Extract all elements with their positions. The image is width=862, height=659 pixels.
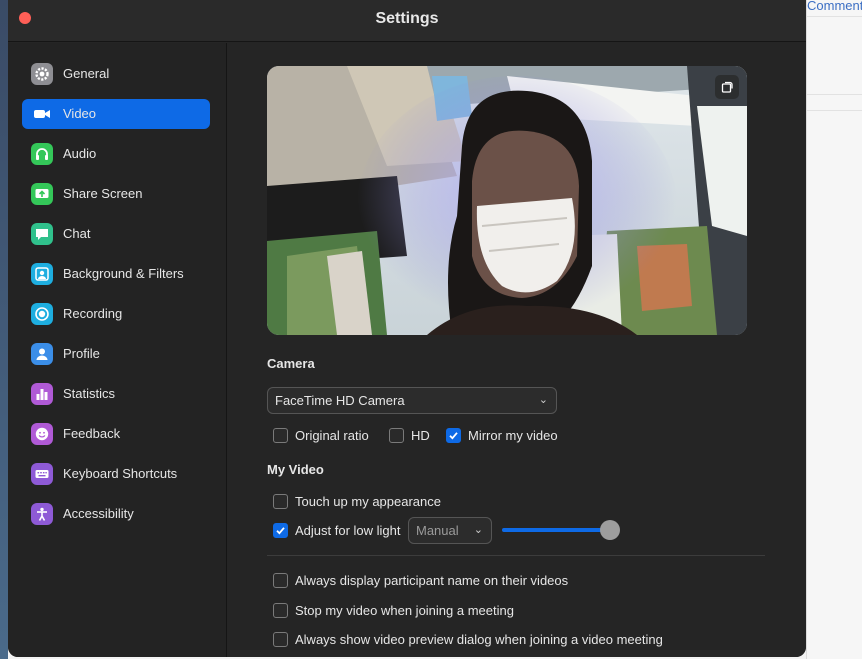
mirror-video-checkbox[interactable]: Mirror my video (446, 427, 576, 445)
checkbox-box[interactable] (273, 573, 288, 588)
checkbox-label: Stop my video when joining a meeting (295, 603, 514, 618)
camera-feed-image (267, 66, 747, 335)
sidebar-item-label: Video (63, 106, 97, 121)
display-participant-name-checkbox[interactable]: Always display participant name on their… (273, 572, 593, 590)
share-screen-icon (31, 183, 53, 205)
sidebar-item-label: Background & Filters (63, 266, 184, 281)
checkbox-label: Original ratio (295, 428, 369, 443)
checkbox-box[interactable] (273, 494, 288, 509)
checkbox-label: Mirror my video (468, 428, 558, 443)
hd-checkbox[interactable]: HD (389, 427, 439, 445)
title-bar: Settings (8, 0, 806, 42)
checkmark-icon (276, 527, 285, 535)
low-light-checkbox[interactable]: Adjust for low light (273, 522, 403, 540)
rotate-camera-button[interactable] (715, 75, 739, 99)
sidebar-item-label: Chat (63, 226, 91, 241)
sidebar-item-chat[interactable]: Chat (22, 219, 210, 249)
background-person-icon (31, 263, 53, 285)
keyboard-icon (31, 463, 53, 485)
settings-sidebar: General Video Audio Share Screen Chat Ba… (8, 43, 227, 657)
low-light-mode-select[interactable]: Manual ⌄ (408, 517, 492, 544)
checkbox-box[interactable] (389, 428, 404, 443)
window-title: Settings (375, 10, 439, 27)
checkbox-label: Always show video preview dialog when jo… (295, 632, 663, 647)
chat-bubble-icon (31, 223, 53, 245)
sidebar-item-keyboard-shortcuts[interactable]: Keyboard Shortcuts (22, 459, 210, 489)
sidebar-item-statistics[interactable]: Statistics (22, 379, 210, 409)
camera-section-label: Camera (267, 356, 315, 371)
checkbox-label: Adjust for low light (295, 523, 401, 538)
sidebar-item-share-screen[interactable]: Share Screen (22, 179, 210, 209)
sidebar-item-label: Audio (63, 146, 97, 161)
low-light-mode-value: Manual (416, 523, 459, 538)
sidebar-item-accessibility[interactable]: Accessibility (22, 499, 210, 529)
sidebar-item-label: Accessibility (63, 506, 134, 521)
divider (807, 110, 862, 111)
stop-video-on-join-checkbox[interactable]: Stop my video when joining a meeting (273, 602, 533, 620)
sidebar-item-label: Recording (63, 306, 123, 321)
divider (807, 16, 862, 17)
sidebar-item-label: Profile (63, 346, 100, 361)
sidebar-item-label: Statistics (63, 386, 116, 401)
video-camera-icon (31, 103, 53, 125)
sidebar-item-recording[interactable]: Recording (22, 299, 210, 329)
checkbox-box[interactable] (273, 603, 288, 618)
sidebar-item-label: Share Screen (63, 186, 143, 201)
gear-icon (31, 63, 53, 85)
chevron-down-icon: ⌄ (538, 394, 548, 406)
my-video-section-label: My Video (267, 462, 324, 477)
divider (807, 94, 862, 95)
bar-chart-icon (31, 383, 53, 405)
record-icon (31, 303, 53, 325)
low-light-slider-thumb[interactable] (600, 520, 620, 540)
video-settings-panel: Camera FaceTime HD Camera ⌄ Original rat… (228, 43, 806, 657)
checkbox-label: HD (411, 428, 430, 443)
checkbox-label: Always display participant name on their… (295, 573, 569, 588)
checkbox-box[interactable] (273, 428, 288, 443)
video-preview (267, 66, 747, 335)
settings-window: Settings General Video Audio Share Scree… (8, 0, 806, 657)
sidebar-item-general[interactable]: General (22, 59, 210, 89)
comment-link[interactable]: Comment (807, 0, 862, 13)
camera-select[interactable]: FaceTime HD Camera ⌄ (267, 387, 557, 414)
background-document-window: Comment (806, 0, 862, 659)
sidebar-item-background-filters[interactable]: Background & Filters (22, 259, 210, 289)
checkbox-label: Touch up my appearance (295, 494, 441, 509)
smiley-icon (31, 423, 53, 445)
chevron-down-icon: ⌄ (473, 524, 483, 536)
checkbox-box[interactable] (273, 632, 288, 647)
camera-select-value: FaceTime HD Camera (275, 393, 405, 408)
show-video-preview-checkbox[interactable]: Always show video preview dialog when jo… (273, 631, 693, 649)
sidebar-item-feedback[interactable]: Feedback (22, 419, 210, 449)
sidebar-item-profile[interactable]: Profile (22, 339, 210, 369)
sidebar-item-label: General (63, 66, 110, 81)
checkmark-icon (449, 432, 458, 440)
headphones-icon (31, 143, 53, 165)
sidebar-item-video[interactable]: Video (22, 99, 210, 129)
desktop-background (0, 0, 8, 659)
sidebar-item-label: Keyboard Shortcuts (63, 466, 178, 481)
person-icon (31, 343, 53, 365)
sidebar-item-label: Feedback (63, 426, 121, 441)
touch-up-checkbox[interactable]: Touch up my appearance (273, 493, 473, 511)
accessibility-icon (31, 503, 53, 525)
checkbox-box[interactable] (273, 523, 288, 538)
section-divider (267, 555, 765, 556)
checkbox-box[interactable] (446, 428, 461, 443)
original-ratio-checkbox[interactable]: Original ratio (273, 427, 383, 445)
rotate-icon (721, 81, 733, 93)
sidebar-item-audio[interactable]: Audio (22, 139, 210, 169)
low-light-slider-track[interactable] (502, 528, 612, 532)
